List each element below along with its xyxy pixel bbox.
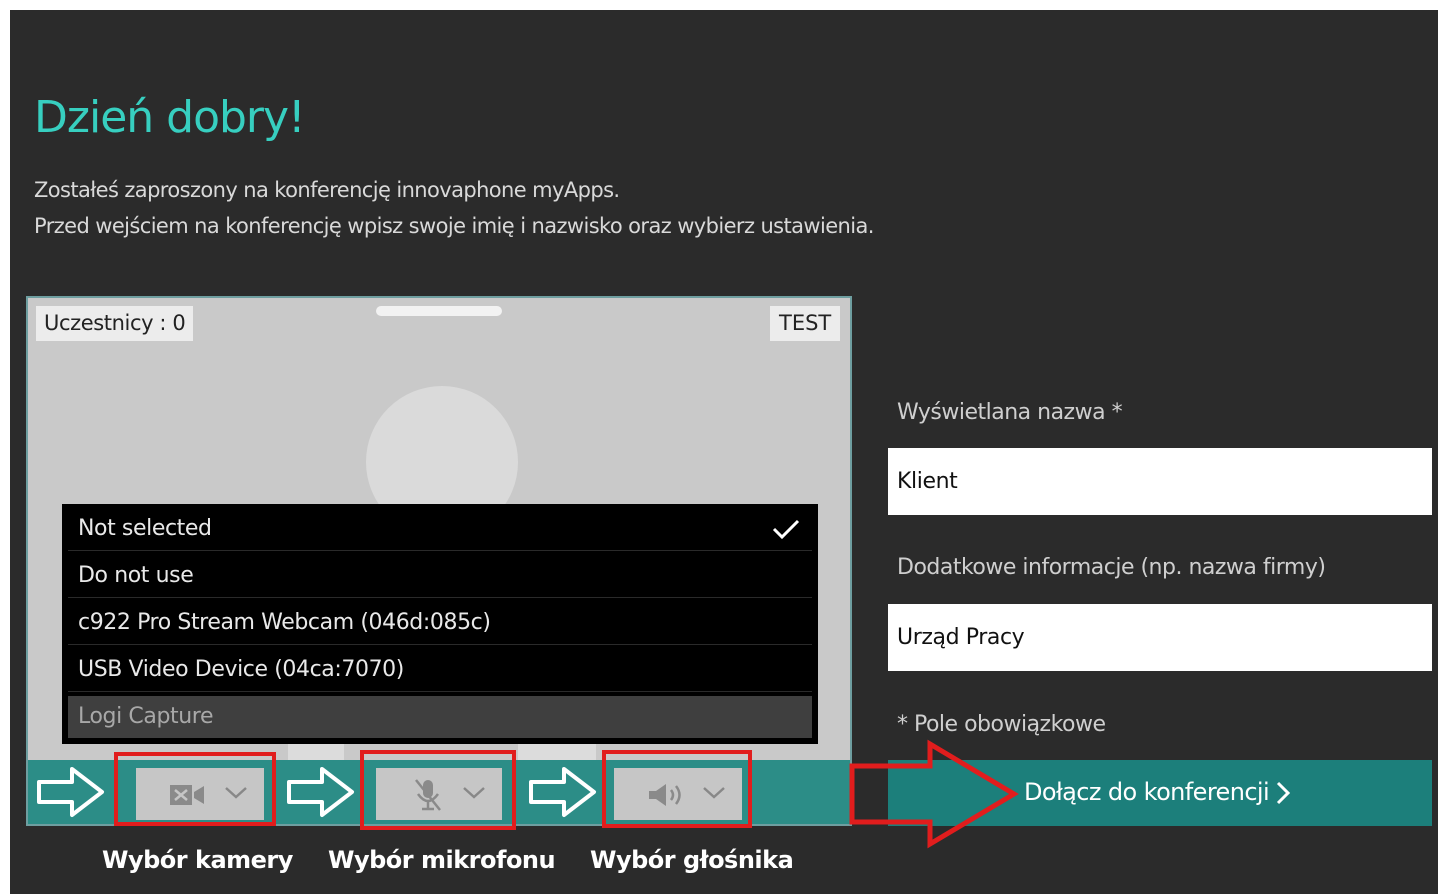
option-label: Logi Capture bbox=[78, 704, 214, 729]
option-label: c922 Pro Stream Webcam (046d:085c) bbox=[78, 610, 491, 635]
camera-select-button[interactable] bbox=[136, 768, 264, 820]
greeting-heading: Dzień dobry! bbox=[34, 92, 306, 143]
camera-dropdown: Not selected Do not use c922 Pro Stream … bbox=[62, 504, 818, 744]
toolbar-gap-left bbox=[288, 744, 344, 760]
required-fields-note: * Pole obowiązkowe bbox=[897, 712, 1106, 737]
intro-text-line1: Zostałeś zaproszony na konferencję innov… bbox=[34, 178, 620, 202]
option-label: USB Video Device (04ca:7070) bbox=[78, 657, 404, 682]
annotation-arrow-icon bbox=[37, 767, 104, 817]
test-button[interactable]: TEST bbox=[770, 306, 841, 341]
option-label: Not selected bbox=[78, 516, 212, 541]
dropdown-option-usb-video-device[interactable]: USB Video Device (04ca:7070) bbox=[68, 649, 812, 692]
extra-info-input[interactable] bbox=[888, 604, 1432, 671]
speaker-select-button[interactable] bbox=[614, 768, 742, 820]
dropdown-option-c922-webcam[interactable]: c922 Pro Stream Webcam (046d:085c) bbox=[68, 602, 812, 645]
speaker-icon bbox=[649, 784, 681, 806]
drag-handle[interactable] bbox=[376, 306, 502, 316]
dropdown-option-do-not-use[interactable]: Do not use bbox=[68, 555, 812, 598]
annotation-arrow-icon bbox=[529, 767, 596, 817]
annotation-arrow-icon bbox=[287, 767, 354, 817]
microphone-off-icon bbox=[415, 779, 441, 811]
toolbar-gap-right bbox=[518, 744, 596, 760]
microphone-select-button[interactable] bbox=[376, 768, 502, 820]
chevron-right-icon bbox=[1276, 781, 1291, 805]
caption-microphone: Wybór mikrofonu bbox=[328, 846, 556, 874]
chevron-down-icon bbox=[703, 787, 725, 799]
participants-count: Uczestnicy : 0 bbox=[36, 306, 194, 341]
dropdown-option-logi-capture: Logi Capture bbox=[68, 696, 812, 738]
camera-off-icon bbox=[170, 785, 204, 805]
checkmark-icon bbox=[772, 519, 800, 540]
annotation-arrow-icon bbox=[849, 739, 1019, 849]
extra-info-label: Dodatkowe informacje (np. nazwa firmy) bbox=[897, 555, 1326, 580]
option-label: Do not use bbox=[78, 563, 194, 588]
display-name-input[interactable] bbox=[888, 448, 1432, 515]
caption-camera: Wybór kamery bbox=[102, 846, 293, 874]
join-conference-label: Dołącz do konferencji bbox=[1024, 778, 1270, 806]
display-name-label: Wyświetlana nazwa * bbox=[897, 400, 1123, 425]
chevron-down-icon bbox=[463, 787, 485, 799]
caption-speaker: Wybór głośnika bbox=[590, 846, 794, 874]
chevron-down-icon bbox=[225, 787, 247, 799]
intro-text-line2: Przed wejściem na konferencję wpisz swoj… bbox=[34, 214, 874, 238]
dropdown-option-not-selected[interactable]: Not selected bbox=[68, 508, 812, 551]
